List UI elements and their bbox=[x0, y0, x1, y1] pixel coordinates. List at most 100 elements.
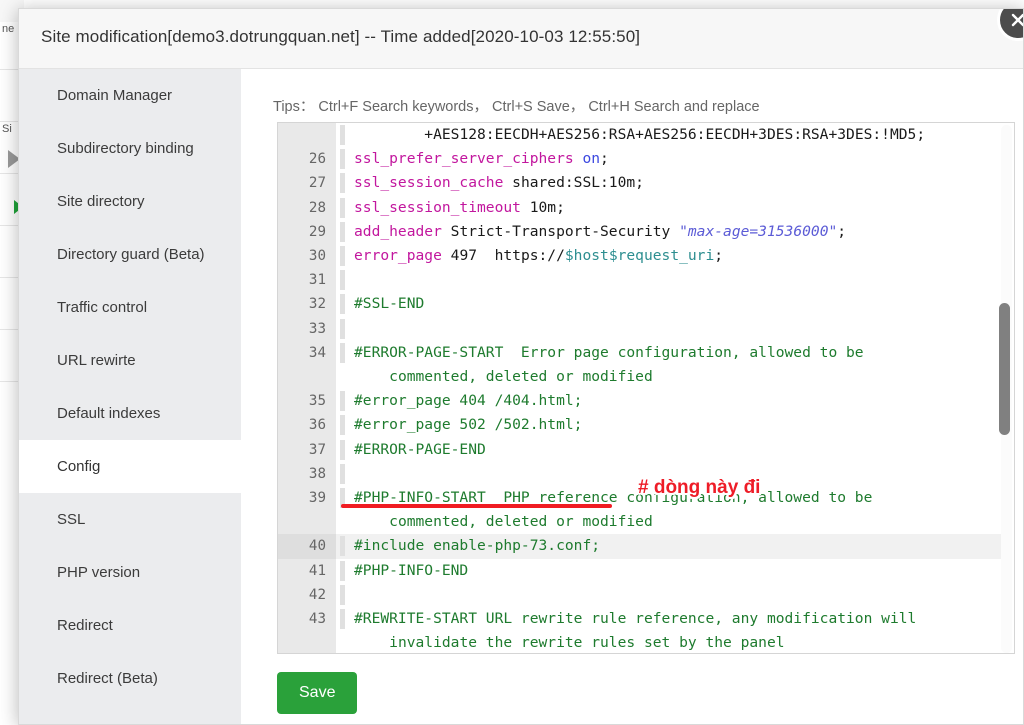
code-line[interactable]: 36 #error_page 502 /502.html; bbox=[278, 413, 1004, 437]
fold-marker-icon bbox=[340, 294, 345, 314]
editor-tips: Tips： Ctrl+F Search keywords， Ctrl+S Sav… bbox=[273, 95, 760, 116]
code-line[interactable]: 32#SSL-END bbox=[278, 292, 1004, 316]
sidebar-item-redirect[interactable]: Redirect bbox=[19, 599, 241, 652]
code-token: $host$request_uri bbox=[565, 247, 714, 264]
line-number: 29 bbox=[278, 220, 336, 244]
fold-marker-icon bbox=[340, 198, 345, 218]
code-token: #include enable-php-73.conf; bbox=[354, 537, 600, 554]
site-modification-dialog: Site modification[demo3.dotrungquan.net]… bbox=[18, 8, 1024, 725]
code-line[interactable]: 26ssl_prefer_server_ciphers on; bbox=[278, 147, 1004, 171]
fold-marker-icon bbox=[340, 585, 345, 605]
sidebar-item-site-directory[interactable]: Site directory bbox=[19, 175, 241, 228]
sidebar-item-domain-manager[interactable]: Domain Manager bbox=[19, 69, 241, 122]
code-text: #ERROR-PAGE-START Error page configurati… bbox=[354, 341, 1004, 389]
code-token: 497 https:// bbox=[442, 247, 565, 264]
sidebar-item-config[interactable]: Config bbox=[19, 440, 241, 493]
line-number: 39 bbox=[278, 486, 336, 534]
code-token: #error_page 502 /502.html; bbox=[354, 416, 582, 433]
code-text: ssl_session_timeout 10m; bbox=[354, 196, 1004, 220]
save-button[interactable]: Save bbox=[277, 672, 357, 714]
code-token: ; bbox=[600, 150, 609, 167]
code-token: "max-age=31536000" bbox=[679, 223, 837, 240]
code-line[interactable]: 31 bbox=[278, 268, 1004, 292]
sidebar-item-php-version[interactable]: PHP version bbox=[19, 546, 241, 599]
line-number: 30 bbox=[278, 244, 336, 268]
fold-marker-icon bbox=[340, 609, 345, 629]
editor-scrollbar-track[interactable] bbox=[1001, 125, 1012, 653]
code-token: Strict-Transport-Security bbox=[442, 223, 679, 240]
line-number: 27 bbox=[278, 171, 336, 195]
sidebar-item-label: Domain Manager bbox=[57, 87, 172, 104]
code-editor[interactable]: +AES128:EECDH+AES256:RSA+AES256:EECDH+3D… bbox=[277, 122, 1015, 654]
sidebar-item-label: Default indexes bbox=[57, 405, 160, 422]
code-line[interactable]: 34 #ERROR-PAGE-START Error page configura… bbox=[278, 341, 1004, 389]
line-number: 28 bbox=[278, 196, 336, 220]
code-line[interactable]: 41#PHP-INFO-END bbox=[278, 559, 1004, 583]
code-line[interactable]: 28 ssl_session_timeout 10m; bbox=[278, 196, 1004, 220]
sidebar-item-label: Traffic control bbox=[57, 299, 147, 316]
code-token: ssl_prefer_server_ciphers bbox=[354, 150, 574, 167]
code-token: #PHP-INFO-START PHP reference configurat… bbox=[354, 489, 872, 530]
sidebar-item-label: Redirect (Beta) bbox=[57, 670, 158, 687]
code-token: #SSL-END bbox=[354, 295, 424, 312]
annotation-underline bbox=[341, 504, 612, 508]
code-line[interactable]: +AES128:EECDH+AES256:RSA+AES256:EECDH+3D… bbox=[278, 123, 1004, 147]
code-line[interactable]: 35 #error_page 404 /404.html; bbox=[278, 389, 1004, 413]
code-token: ssl_session_timeout bbox=[354, 199, 521, 216]
editor-scrollbar-thumb[interactable] bbox=[999, 303, 1010, 435]
fold-marker-icon bbox=[340, 125, 345, 145]
code-text: +AES128:EECDH+AES256:RSA+AES256:EECDH+3D… bbox=[354, 123, 1004, 147]
sidebar-item-redirect-beta[interactable]: Redirect (Beta) bbox=[19, 652, 241, 705]
code-line[interactable]: 27ssl_session_cache shared:SSL:10m; bbox=[278, 171, 1004, 195]
sidebar-item-traffic-control[interactable]: Traffic control bbox=[19, 281, 241, 334]
sidebar-item-default-indexes[interactable]: Default indexes bbox=[19, 387, 241, 440]
fold-marker-icon bbox=[340, 149, 345, 169]
code-token: +AES128:EECDH+AES256:RSA+AES256:EECDH+3D… bbox=[354, 126, 925, 143]
code-token: on bbox=[582, 150, 600, 167]
code-token: #PHP-INFO-END bbox=[354, 562, 468, 579]
code-line[interactable]: 42 bbox=[278, 583, 1004, 607]
line-number: 36 bbox=[278, 413, 336, 437]
dialog-header: Site modification[demo3.dotrungquan.net]… bbox=[19, 9, 1023, 69]
line-number: 35 bbox=[278, 389, 336, 413]
code-token: add_header bbox=[354, 223, 442, 240]
sidebar-item-url-rewirte[interactable]: URL rewirte bbox=[19, 334, 241, 387]
sidebar-item-label: Site directory bbox=[57, 193, 145, 210]
code-token: ssl_session_cache bbox=[354, 174, 503, 191]
code-line[interactable]: 29 add_header Strict-Transport-Security "… bbox=[278, 220, 1004, 244]
code-text: ssl_prefer_server_ciphers on; bbox=[354, 147, 1004, 171]
background-row-label: ne bbox=[2, 23, 14, 35]
code-line[interactable]: 37 #ERROR-PAGE-END bbox=[278, 438, 1004, 462]
fold-marker-icon bbox=[340, 391, 345, 411]
code-line[interactable]: 33 bbox=[278, 317, 1004, 341]
code-token: #error_page 404 /404.html; bbox=[354, 392, 582, 409]
sidebar-item-ssl[interactable]: SSL bbox=[19, 493, 241, 546]
line-number: 42 bbox=[278, 583, 336, 607]
sidebar-item-subdirectory-binding[interactable]: Subdirectory binding bbox=[19, 122, 241, 175]
line-number: 38 bbox=[278, 462, 336, 486]
code-token: #ERROR-PAGE-END bbox=[354, 441, 486, 458]
line-number: 37 bbox=[278, 438, 336, 462]
line-number: 33 bbox=[278, 317, 336, 341]
code-text: add_header Strict-Transport-Security "ma… bbox=[354, 220, 1004, 244]
sidebar-item-directory-guard-beta[interactable]: Directory guard (Beta) bbox=[19, 228, 241, 281]
code-token: #REWRITE-START URL rewrite rule referenc… bbox=[354, 610, 916, 651]
sidebar-item-label: Config bbox=[57, 458, 100, 475]
fold-marker-icon bbox=[340, 561, 345, 581]
line-number: 34 bbox=[278, 341, 336, 389]
sidebar-item-label: URL rewirte bbox=[57, 352, 136, 369]
code-text: #ERROR-PAGE-END bbox=[354, 438, 1004, 462]
fold-marker-icon bbox=[340, 343, 345, 363]
code-line[interactable]: 43#REWRITE-START URL rewrite rule refere… bbox=[278, 607, 1004, 654]
code-text: #error_page 404 /404.html; bbox=[354, 389, 1004, 413]
code-text: #PHP-INFO-END bbox=[354, 559, 1004, 583]
code-line[interactable]: 30error_page 497 https://$host$request_u… bbox=[278, 244, 1004, 268]
code-area[interactable]: +AES128:EECDH+AES256:RSA+AES256:EECDH+3D… bbox=[278, 123, 1004, 654]
line-number: 31 bbox=[278, 268, 336, 292]
annotation-text: # dòng này đi bbox=[638, 477, 760, 499]
sidebar-item-label: PHP version bbox=[57, 564, 140, 581]
fold-marker-icon bbox=[340, 319, 345, 339]
fold-marker-icon bbox=[340, 440, 345, 460]
code-line[interactable]: 40#include enable-php-73.conf; bbox=[278, 534, 1004, 558]
code-text: #include enable-php-73.conf; bbox=[354, 534, 1004, 558]
